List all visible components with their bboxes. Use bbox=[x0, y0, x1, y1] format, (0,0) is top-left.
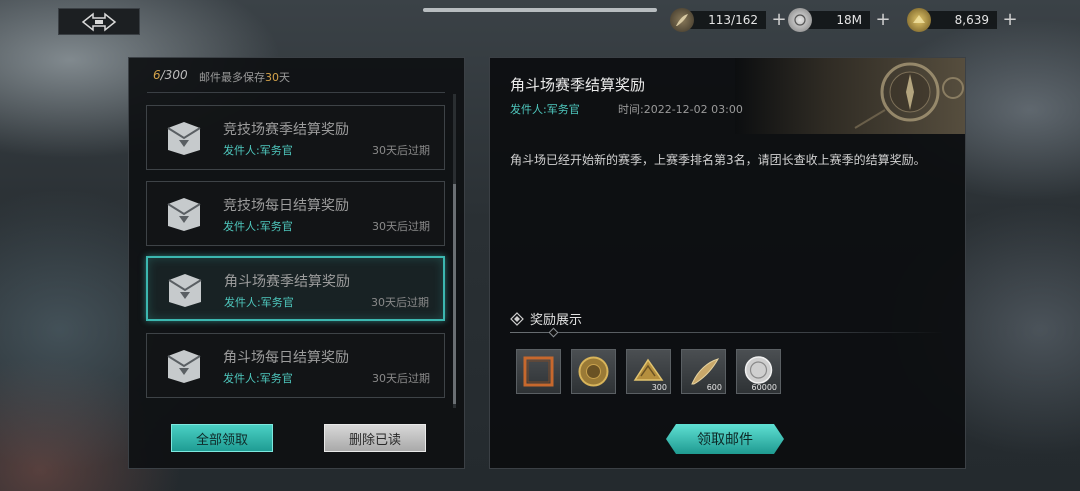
envelope-icon bbox=[168, 274, 202, 307]
reward-item[interactable]: 300 bbox=[626, 349, 671, 394]
resource-gold: 8,639 + bbox=[907, 8, 1019, 32]
compass-banner-image bbox=[735, 58, 965, 134]
reward-qty: 600 bbox=[706, 383, 722, 392]
mail-expire: 30天后过期 bbox=[371, 296, 429, 309]
silver-coin-icon bbox=[788, 8, 812, 32]
reward-label: 奖励展示 bbox=[530, 313, 583, 328]
delete-read-button[interactable]: 删除已读 bbox=[324, 424, 426, 452]
reward-item[interactable]: 60000 bbox=[736, 349, 781, 394]
resource-stamina-value: 113/162 bbox=[688, 11, 766, 29]
diamond-icon bbox=[510, 311, 524, 326]
mail-item[interactable]: 竞技场每日结算奖励 发件人:军务官 30天后过期 bbox=[146, 181, 445, 246]
add-stamina-button[interactable]: + bbox=[770, 11, 788, 29]
gold-shell-icon bbox=[907, 8, 931, 32]
divider bbox=[147, 92, 445, 93]
reward-item[interactable] bbox=[516, 349, 561, 394]
divider-ornament bbox=[548, 327, 559, 338]
mail-note-suffix: 天 bbox=[279, 71, 290, 84]
scrollbar-thumb[interactable] bbox=[453, 184, 456, 404]
detail-body: 角斗场已经开始新的赛季，上赛季排名第3名，请团长查收上赛季的结算奖励。 bbox=[510, 153, 926, 167]
envelope-icon bbox=[167, 122, 201, 155]
add-silver-button[interactable]: + bbox=[874, 11, 892, 29]
mail-count-current: 6 bbox=[153, 68, 161, 82]
detail-sender: 发件人:军务官 bbox=[510, 103, 580, 116]
mail-item-selected[interactable]: 角斗场赛季结算奖励 发件人:军务官 30天后过期 bbox=[146, 256, 445, 321]
mail-note-prefix: 邮件最多保存 bbox=[199, 71, 265, 84]
divider bbox=[510, 332, 944, 333]
resource-gold-value: 8,639 bbox=[925, 11, 997, 29]
mail-note-days: 30 bbox=[265, 71, 279, 84]
wing-quill-icon bbox=[670, 8, 694, 32]
resource-silver-value: 18M bbox=[806, 11, 870, 29]
mail-count: 6/300 bbox=[153, 68, 188, 82]
mail-item[interactable]: 竞技场赛季结算奖励 发件人:军务官 30天后过期 bbox=[146, 105, 445, 170]
back-logo-icon bbox=[81, 11, 117, 32]
reward-section-header: 奖励展示 bbox=[510, 309, 582, 328]
mail-title: 角斗场每日结算奖励 bbox=[223, 350, 349, 366]
mail-list-panel: 6/300 邮件最多保存30天 竞技场赛季结算奖励 发件人:军务官 30天后过期… bbox=[128, 57, 465, 469]
mail-expire: 30天后过期 bbox=[372, 144, 430, 157]
mail-list-scrollbar[interactable] bbox=[453, 94, 456, 408]
back-button[interactable] bbox=[58, 8, 140, 35]
claim-mail-button[interactable]: 领取邮件 bbox=[666, 424, 784, 454]
mail-expire: 30天后过期 bbox=[372, 372, 430, 385]
detail-time: 时间:2022-12-02 03:00 bbox=[618, 103, 743, 116]
frame-icon bbox=[523, 356, 554, 387]
reward-item[interactable] bbox=[571, 349, 616, 394]
mail-detail-panel: 角斗场赛季结算奖励 发件人:军务官 时间:2022-12-02 03:00 角斗… bbox=[489, 57, 966, 469]
mail-title: 竞技场每日结算奖励 bbox=[223, 198, 349, 214]
drag-handle[interactable] bbox=[423, 8, 657, 12]
mail-sender: 发件人:军务官 bbox=[223, 144, 293, 157]
mail-retention-note: 邮件最多保存30天 bbox=[199, 69, 290, 85]
mail-title: 竞技场赛季结算奖励 bbox=[223, 122, 349, 138]
add-gold-button[interactable]: + bbox=[1001, 11, 1019, 29]
mail-expire: 30天后过期 bbox=[372, 220, 430, 233]
mail-title: 角斗场赛季结算奖励 bbox=[224, 274, 350, 290]
resource-silver: 18M + bbox=[788, 8, 892, 32]
reward-item[interactable]: 600 bbox=[681, 349, 726, 394]
envelope-icon bbox=[167, 198, 201, 231]
mail-sender: 发件人:军务官 bbox=[223, 372, 293, 385]
mail-count-total: /300 bbox=[160, 68, 188, 82]
mail-sender: 发件人:军务官 bbox=[223, 220, 293, 233]
reward-qty: 60000 bbox=[751, 383, 777, 392]
claim-all-button[interactable]: 全部领取 bbox=[171, 424, 273, 452]
resource-stamina: 113/162 + bbox=[670, 8, 788, 32]
mail-item[interactable]: 角斗场每日结算奖励 发件人:军务官 30天后过期 bbox=[146, 333, 445, 398]
reward-qty: 300 bbox=[651, 383, 667, 392]
gold-shield-icon bbox=[578, 356, 609, 387]
detail-title: 角斗场赛季结算奖励 bbox=[510, 76, 646, 94]
envelope-icon bbox=[167, 350, 201, 383]
mail-sender: 发件人:军务官 bbox=[224, 296, 294, 309]
